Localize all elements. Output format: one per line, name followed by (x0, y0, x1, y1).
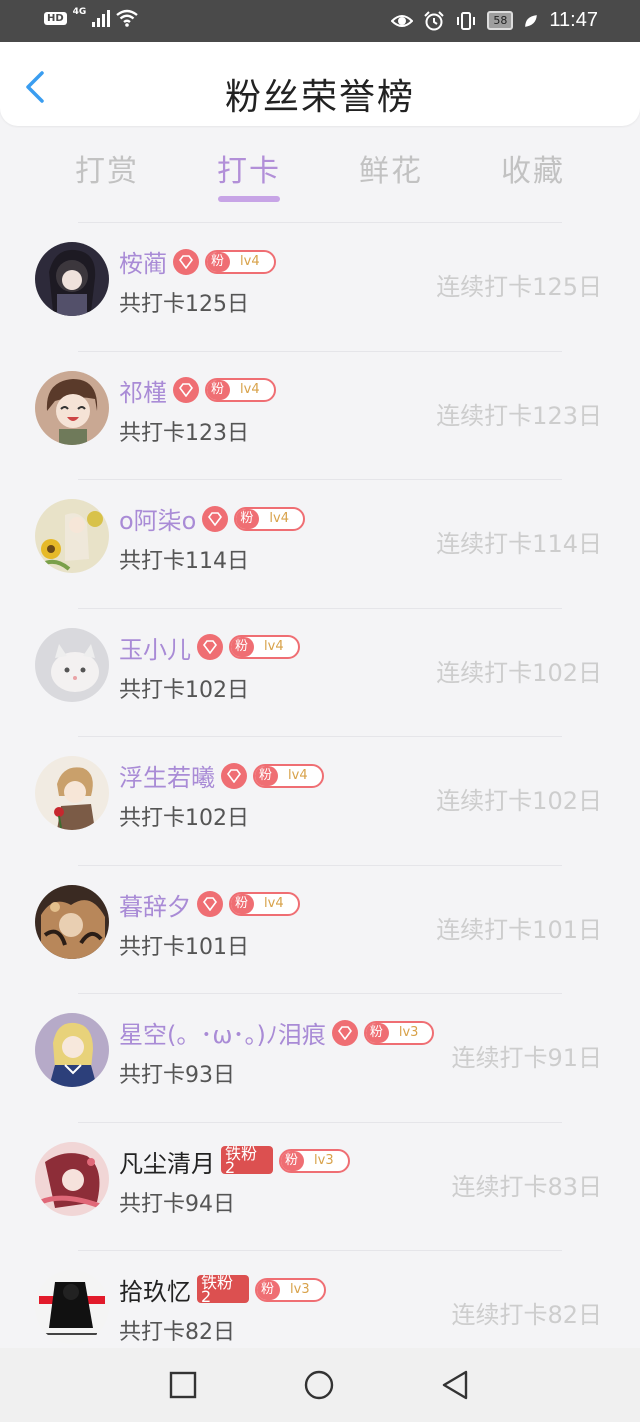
avatar[interactable] (35, 756, 109, 830)
avatar[interactable] (35, 370, 109, 445)
fan-level-badge: 粉 lv4 (229, 635, 300, 659)
user-name[interactable]: 玉小儿 (119, 630, 191, 665)
tab-checkin[interactable]: 打卡 (178, 146, 320, 202)
list-item[interactable]: o阿柒o 粉 lv4 共打卡114日 连续打卡114日 (0, 479, 640, 608)
tab-favorites[interactable]: 收藏 (462, 146, 604, 202)
total-checkins: 共打卡123日 (119, 420, 249, 446)
avatar[interactable] (35, 499, 109, 573)
avatar[interactable] (35, 1141, 109, 1216)
fan-level-badge: 粉 lv4 (205, 249, 276, 274)
streak-checkins: 连续打卡101日 (436, 915, 602, 944)
tab-flowers[interactable]: 鲜花 (320, 146, 462, 202)
total-checkins: 共打卡102日 (119, 806, 249, 831)
total-checkins: 共打卡125日 (119, 292, 249, 317)
user-name[interactable]: 浮生若曦 (119, 758, 215, 793)
diamond-icon (197, 891, 223, 917)
diamond-icon (173, 248, 199, 275)
avatar[interactable] (35, 1013, 109, 1087)
diamond-icon (173, 377, 199, 403)
back-nav-icon[interactable] (440, 1370, 470, 1400)
streak-checkins: 连续打卡125日 (436, 273, 602, 301)
hd-indicator: HD (44, 11, 67, 25)
streak-checkins: 连续打卡91日 (451, 1044, 602, 1072)
vibrate-icon (457, 11, 476, 30)
streak-checkins: 连续打卡114日 (436, 530, 602, 558)
list-item[interactable]: 祁槿 粉 lv4 共打卡123日 连续打卡123日 (0, 350, 640, 480)
list-item[interactable]: 星空(。･ω･。)ﾉ泪痕 粉 lv3 共打卡93日 连续打卡91日 (0, 993, 640, 1122)
clock: 11:47 (549, 9, 598, 31)
tab-reward[interactable]: 打赏 (36, 146, 178, 202)
recent-apps-icon[interactable] (168, 1370, 198, 1400)
list-item[interactable]: 桉蔺 粉 lv4 共打卡125日 连续打卡125日 (0, 222, 640, 351)
fan-level-badge: 粉 lv3 (255, 1277, 326, 1302)
total-checkins: 共打卡93日 (119, 1063, 235, 1088)
streak-checkins: 连续打卡102日 (436, 787, 602, 815)
page-header: 粉丝荣誉榜 (0, 42, 640, 126)
fan-level-badge: 粉 lv3 (279, 1149, 350, 1173)
total-checkins: 共打卡94日 (119, 1191, 235, 1217)
user-name[interactable]: 祁槿 (119, 373, 167, 408)
fan-level-badge: 粉 lv4 (234, 506, 305, 531)
streak-checkins: 连续打卡102日 (436, 658, 602, 687)
user-name[interactable]: 拾玖忆 (119, 1272, 191, 1307)
fan-level-badge: 粉 lv3 (363, 1020, 435, 1045)
battery-icon: 58 (487, 11, 514, 30)
list-item[interactable]: 浮生若曦 粉 lv4 共打卡102日 连续打卡102日 (0, 736, 640, 865)
list-item[interactable]: 凡尘清月 铁粉 2 粉 lv3 共打卡94日 连续打卡83日 (0, 1121, 640, 1251)
streak-checkins: 连续打卡82日 (451, 1301, 602, 1329)
total-checkins: 共打卡102日 (119, 677, 249, 703)
streak-checkins: 连续打卡123日 (436, 401, 602, 430)
user-name[interactable]: 星空(。･ω･。)ﾉ泪痕 (119, 1015, 326, 1050)
iron-fan-badge: 铁粉 2 (221, 1146, 273, 1174)
tab-bar: 打赏 打卡 鲜花 收藏 (36, 146, 604, 202)
home-icon[interactable] (304, 1370, 334, 1400)
diamond-icon (197, 634, 223, 660)
network-type: 4G (72, 7, 87, 17)
list-item[interactable]: 玉小儿 粉 lv4 共打卡102日 连续打卡102日 (0, 607, 640, 737)
diamond-icon (202, 505, 229, 532)
page-title: 粉丝荣誉榜 (224, 77, 415, 118)
list-item[interactable]: 暮辞夕 粉 lv4 共打卡101日 连续打卡101日 (0, 864, 640, 994)
user-name[interactable]: o阿柒o (119, 501, 196, 536)
user-name[interactable]: 暮辞夕 (119, 887, 191, 922)
fan-level-badge: 粉 lv4 (253, 763, 324, 788)
avatar[interactable] (35, 242, 109, 316)
signal-icon (92, 9, 111, 27)
system-nav-bar (0, 1348, 640, 1422)
alarm-icon (424, 10, 445, 30)
eye-icon (391, 14, 414, 27)
avatar[interactable] (35, 1270, 109, 1344)
leaf-icon (525, 14, 538, 27)
fan-level-badge: 粉 lv4 (205, 378, 276, 402)
avatar[interactable] (35, 627, 109, 702)
total-checkins: 共打卡101日 (119, 934, 249, 960)
status-bar: HD 4G 58 11:47 (0, 0, 640, 42)
total-checkins: 共打卡82日 (119, 1320, 235, 1345)
avatar[interactable] (35, 884, 109, 959)
fan-level-badge: 粉 lv4 (229, 892, 300, 916)
fan-ranking-list: 桉蔺 粉 lv4 共打卡125日 连续打卡125日 祁槿 粉 lv4 共打卡123日… (0, 222, 640, 1348)
total-checkins: 共打卡114日 (119, 549, 249, 574)
iron-fan-badge: 铁粉 2 (197, 1274, 249, 1303)
diamond-icon (331, 1019, 358, 1046)
wifi-icon (116, 9, 139, 27)
user-name[interactable]: 凡尘清月 (119, 1144, 215, 1179)
diamond-icon (221, 762, 247, 789)
streak-checkins: 连续打卡83日 (451, 1172, 602, 1201)
user-name[interactable]: 桉蔺 (119, 244, 167, 279)
list-item[interactable]: 拾玖忆 铁粉 2 粉 lv3 共打卡82日 连续打卡82日 (0, 1250, 640, 1348)
